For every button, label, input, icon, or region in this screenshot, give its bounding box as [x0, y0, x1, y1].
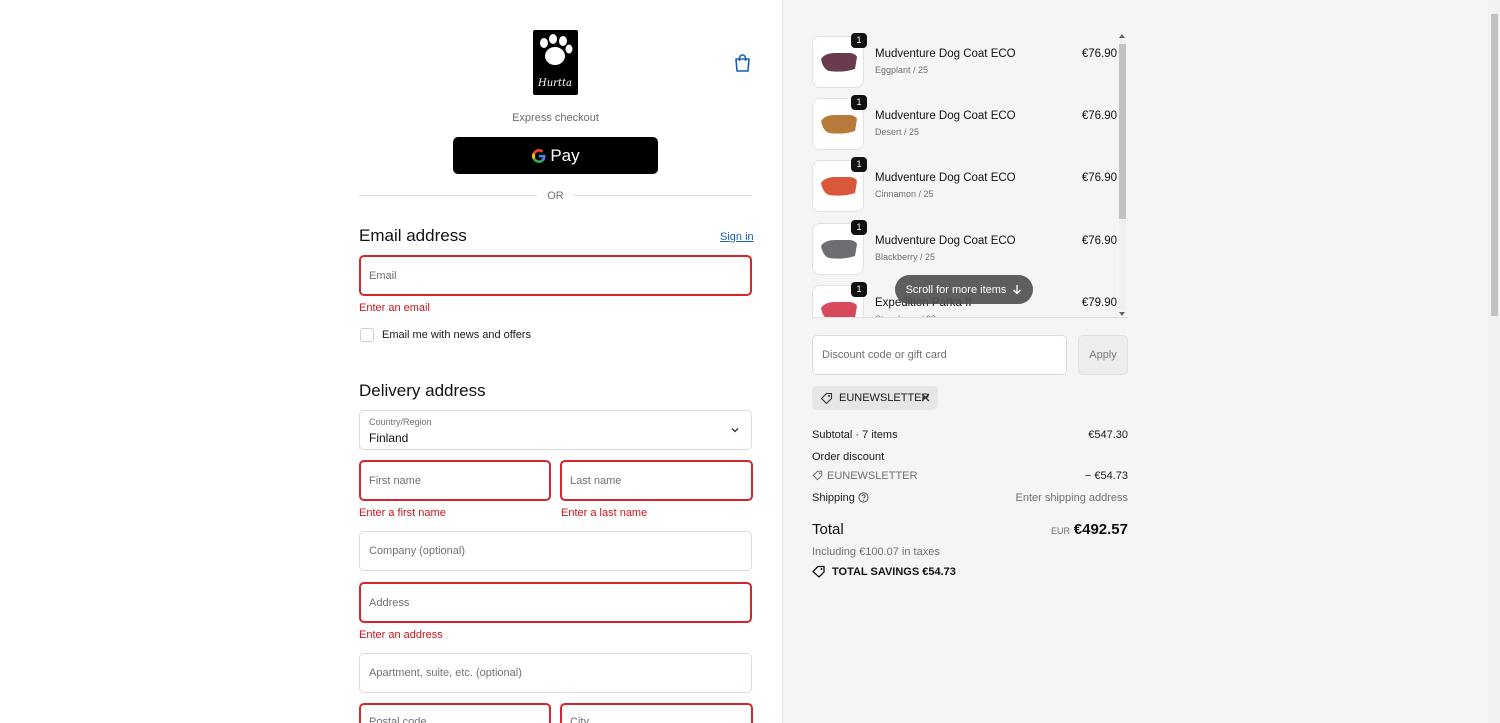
order-discount-row: Order discount [812, 451, 1128, 463]
subtotal-value: €547.30 [1088, 429, 1128, 441]
google-g-icon [532, 148, 546, 163]
applied-discount-tag: EUNEWSLETTER [812, 386, 938, 410]
total-value: €492.57 [1073, 521, 1128, 538]
sign-in-link[interactable]: Sign in [720, 231, 754, 243]
item-price: €76.90 [1081, 172, 1117, 184]
total-savings-label: TOTAL SAVINGS €54.73 [832, 565, 956, 578]
item-price: €76.90 [1081, 48, 1117, 60]
quantity-badge: 1 [851, 95, 867, 110]
total-savings: TOTAL SAVINGS €54.73 [812, 565, 956, 578]
item-price: €76.90 [1081, 235, 1117, 247]
item-variant: Desert / 25 [875, 127, 920, 137]
or-label: OR [547, 190, 564, 202]
cart-item: 1 Mudventure Dog Coat ECO Cinnamon / 25 … [812, 157, 1117, 212]
cart-item: 1 Mudventure Dog Coat ECO Blackberry / 2… [812, 220, 1117, 275]
item-variant: Eggplant / 25 [875, 65, 929, 75]
apartment-input[interactable]: Apartment, suite, etc. (optional) [359, 653, 752, 693]
address-input[interactable]: Address [359, 582, 752, 623]
discount-value: − €54.73 [1084, 470, 1128, 482]
item-variant: Cinnamon / 25 [875, 189, 934, 199]
tag-icon [812, 470, 823, 481]
country-select[interactable]: Country/Region Finland [359, 410, 752, 450]
apply-button[interactable]: Apply [1078, 335, 1128, 375]
cart-item: 1 Mudventure Dog Coat ECO Desert / 25 €7… [812, 95, 1117, 150]
email-input[interactable]: Email [359, 255, 752, 296]
quantity-badge: 1 [851, 282, 867, 297]
cart-item: 1 Mudventure Dog Coat ECO Eggplant / 25 … [812, 33, 1117, 88]
discount-code-input[interactable]: Discount code or gift card [812, 335, 1067, 375]
first-name-error: Enter a first name [359, 507, 446, 519]
country-value: Finland [369, 431, 409, 445]
logo-text: Hurtta [537, 78, 572, 89]
cart-scrollbar-thumb[interactable] [1119, 44, 1126, 219]
page-scrollbar[interactable] [1488, 0, 1500, 723]
address-error: Enter an address [359, 629, 443, 641]
email-error: Enter an email [359, 302, 430, 314]
page-scrollbar-thumb[interactable] [1491, 14, 1498, 316]
item-variant: Blackberry / 25 [875, 252, 936, 262]
shipping-value: Enter shipping address [1015, 492, 1128, 504]
chevron-down-icon [731, 428, 739, 433]
hurtta-logo[interactable]: Hurtta [533, 30, 578, 95]
tag-icon [820, 392, 833, 404]
item-name: Mudventure Dog Coat ECO [875, 48, 1016, 60]
scroll-for-more-button[interactable]: Scroll for more items [895, 275, 1033, 304]
order-discount-label: Order discount [812, 451, 885, 463]
scroll-hint-label: Scroll for more items [905, 283, 1007, 296]
last-name-input[interactable]: Last name [560, 460, 753, 501]
item-price: €79.90 [1081, 297, 1117, 309]
paw-icon: Hurtta [537, 34, 573, 89]
item-name: Mudventure Dog Coat ECO [875, 110, 1016, 122]
scroll-up-arrow-icon[interactable] [1119, 34, 1125, 38]
quantity-badge: 1 [851, 33, 867, 48]
total-label: Total [812, 521, 844, 538]
item-name: Mudventure Dog Coat ECO [875, 235, 1016, 247]
shipping-label: Shipping [812, 492, 855, 504]
subtotal-row: Subtotal · 7 items €547.30 [812, 429, 1128, 441]
savings-tag-icon [812, 565, 825, 578]
shipping-row: Shipping Enter shipping address [812, 492, 1128, 504]
remove-discount-icon[interactable] [919, 391, 932, 404]
item-variant: Strawberry / 22 [875, 314, 936, 317]
arrow-down-icon [1013, 285, 1022, 295]
last-name-error: Enter a last name [561, 507, 648, 519]
checkout-form-pane: Hurtta Express checkout Pay OR Email add… [0, 0, 782, 723]
newsletter-label: Email me with news and offers [382, 329, 531, 341]
taxes-note: Including €100.07 in taxes [812, 546, 940, 558]
express-checkout-label: Express checkout [512, 112, 599, 124]
or-divider: OR [359, 190, 752, 202]
summary-discount-code: EUNEWSLETTER [827, 470, 918, 482]
delivery-section-title: Delivery address [359, 381, 486, 400]
newsletter-checkbox[interactable] [360, 328, 374, 342]
cart-scrollbar[interactable] [1116, 32, 1128, 318]
country-label: Country/Region [369, 417, 432, 427]
scroll-down-arrow-icon[interactable] [1119, 312, 1125, 316]
item-name: Mudventure Dog Coat ECO [875, 172, 1016, 184]
gpay-label: Pay [550, 145, 580, 165]
first-name-input[interactable]: First name [359, 460, 551, 501]
quantity-badge: 1 [851, 157, 867, 172]
city-input[interactable]: City [560, 703, 753, 723]
company-input[interactable]: Company (optional) [359, 531, 752, 571]
total-currency: EUR [1051, 526, 1071, 536]
email-section-title: Email address [359, 226, 467, 245]
applied-discount-code: EUNEWSLETTER [839, 392, 930, 404]
item-price: €76.90 [1081, 110, 1117, 122]
quantity-badge: 1 [851, 220, 867, 235]
help-circle-icon[interactable] [858, 492, 869, 503]
subtotal-label: Subtotal · 7 items [812, 429, 898, 441]
shopping-bag-icon[interactable] [734, 54, 751, 72]
google-pay-button[interactable]: Pay [453, 137, 658, 174]
postal-code-input[interactable]: Postal code [359, 703, 551, 723]
